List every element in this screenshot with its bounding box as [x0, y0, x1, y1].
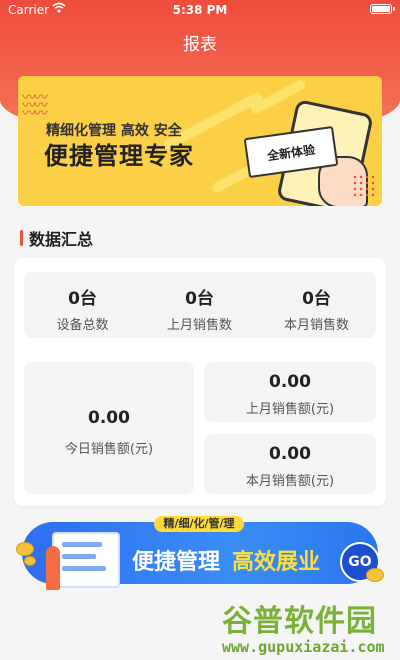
- last-month-sales-box[interactable]: 0.00 上月销售额(元): [204, 362, 376, 422]
- bottom-banner-text: 便捷管理: [132, 550, 221, 575]
- status-time: 5:38 PM: [172, 3, 228, 17]
- coin-icon: [16, 542, 34, 556]
- today-sales-label: 今日销售额(元): [64, 442, 154, 457]
- this-month-sales-value: 0.00: [269, 444, 311, 464]
- stat-label: 设备总数: [56, 318, 109, 333]
- wave-decoration-icon: 〰〰 〰〰 〰〰: [22, 90, 48, 122]
- stat-value: 0台: [68, 289, 97, 309]
- stat-value: 0台: [185, 289, 214, 309]
- stat-device-total[interactable]: 0台 设备总数: [24, 272, 141, 338]
- stat-this-month-count[interactable]: 0台 本月销售数: [258, 272, 375, 338]
- section-accent-bar: [20, 230, 23, 246]
- banner-headline: 便捷管理专家: [44, 142, 194, 170]
- bottom-banner-tag: 精/细/化/管/理: [154, 516, 244, 532]
- stat-last-month-count[interactable]: 0台 上月销售数: [141, 272, 258, 338]
- stat-label: 本月销售数: [283, 318, 349, 333]
- bottom-banner-highlight: 高效展业: [232, 550, 321, 575]
- stat-value: 0台: [302, 289, 331, 309]
- summary-card: 0台 设备总数 0台 上月销售数 0台 本月销售数 0.00 今日销售额(元) …: [14, 258, 386, 506]
- top-promo-banner[interactable]: 〰〰 〰〰 〰〰 精细化管理 高效 安全 便捷管理专家 全新体验: [18, 76, 382, 206]
- today-sales-box[interactable]: 0.00 今日销售额(元): [24, 362, 194, 494]
- watermark-url: www.gupuxiazai.com: [222, 638, 385, 656]
- this-month-sales-box[interactable]: 0.00 本月销售额(元): [204, 434, 376, 494]
- watermark-logo-text: 谷普软件园: [222, 604, 377, 639]
- watermark: 谷普软件园 www.gupuxiazai.com: [222, 596, 400, 660]
- stat-row: 0台 设备总数 0台 上月销售数 0台 本月销售数: [24, 272, 376, 338]
- page-title: 报表: [183, 35, 217, 55]
- last-month-sales-value: 0.00: [269, 372, 311, 392]
- section-header: 数据汇总: [20, 226, 93, 250]
- this-month-sales-label: 本月销售额(元): [245, 474, 335, 489]
- dots-decoration-icon: [352, 174, 374, 196]
- stat-label: 上月销售数: [166, 318, 232, 333]
- section-title: 数据汇总: [29, 230, 94, 249]
- last-month-sales-label: 上月销售额(元): [245, 402, 335, 417]
- coin-icon: [366, 568, 384, 582]
- bottom-promo-banner[interactable]: 便捷管理 高效展业 GO 精/细/化/管/理: [14, 516, 386, 590]
- person-illustration-icon: [46, 546, 60, 590]
- battery-icon: [370, 4, 395, 14]
- status-bar: Carrier 5:38 PM: [0, 0, 400, 20]
- checklist-board-icon: [52, 532, 120, 588]
- coin-icon: [24, 556, 36, 566]
- today-sales-value: 0.00: [88, 408, 130, 428]
